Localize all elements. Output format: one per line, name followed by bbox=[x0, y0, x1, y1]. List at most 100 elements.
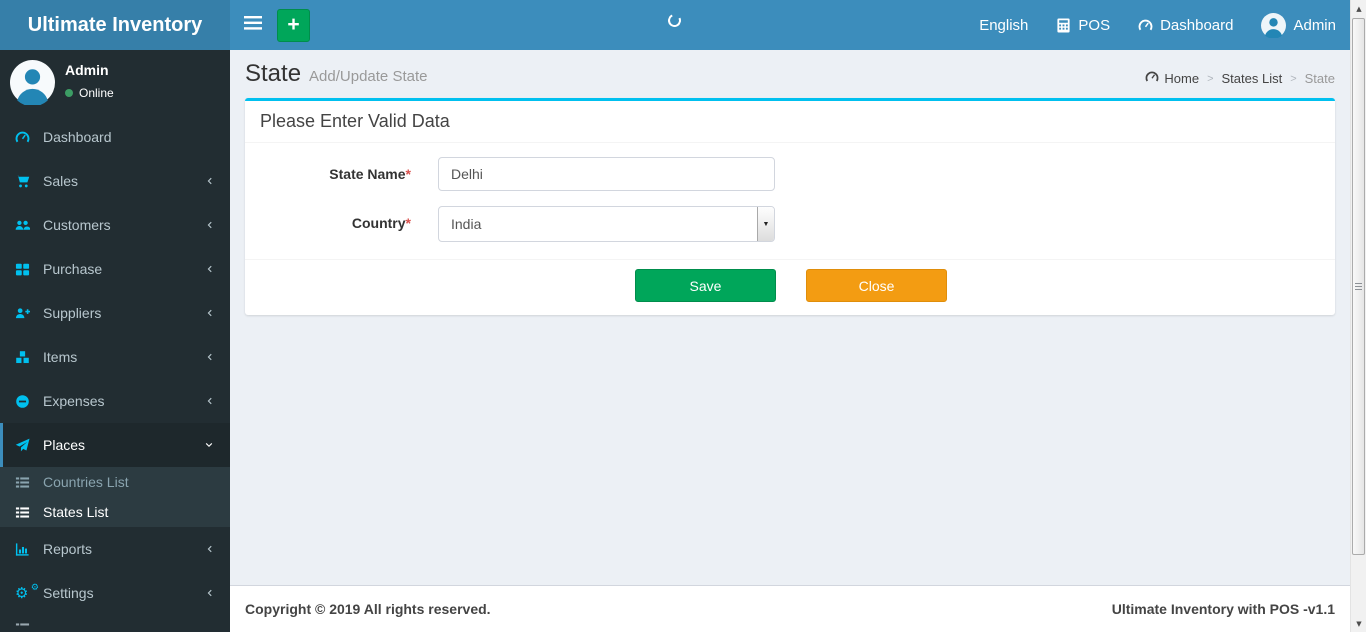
sidebar-user-status[interactable]: Online bbox=[65, 86, 114, 100]
chevron-left-icon bbox=[205, 307, 215, 319]
sidebar: Admin Online Dashboard Sales Customers P… bbox=[0, 50, 230, 632]
close-button[interactable]: Close bbox=[806, 269, 947, 302]
sidebar-item-label: Expenses bbox=[43, 393, 105, 409]
home-dashboard-icon bbox=[1145, 70, 1159, 87]
loading-spinner-icon bbox=[666, 12, 683, 29]
sidebar-user-panel: Admin Online bbox=[0, 50, 230, 115]
country-select[interactable]: India ▼ bbox=[438, 206, 775, 242]
pos-link[interactable]: POS bbox=[1042, 0, 1124, 50]
grid-icon bbox=[15, 262, 37, 277]
calculator-icon bbox=[1056, 17, 1071, 33]
pos-label: POS bbox=[1078, 16, 1111, 34]
copyright-text: Copyright © 2019 All rights reserved. bbox=[245, 601, 491, 617]
submenu-item-label: Countries List bbox=[43, 474, 129, 490]
app-window: Ultimate Inventory + English POS Dashboa… bbox=[0, 0, 1366, 632]
page-footer: Copyright © 2019 All rights reserved. Ul… bbox=[230, 585, 1350, 632]
chevron-left-icon bbox=[205, 587, 215, 599]
state-form-card: Please Enter Valid Data State Name* Coun… bbox=[245, 98, 1335, 315]
state-name-label-text: State Name bbox=[329, 166, 406, 182]
list-icon bbox=[15, 505, 37, 520]
sidebar-item-label: Sales bbox=[43, 173, 79, 189]
user-menu[interactable]: Admin bbox=[1247, 0, 1350, 50]
triangle-up-icon: ▲ bbox=[1356, 4, 1362, 13]
page-title: State bbox=[245, 60, 302, 87]
gears-icon: ⚙ ⚙ bbox=[15, 583, 39, 602]
sidebar-item-settings[interactable]: ⚙ ⚙ Settings bbox=[0, 571, 230, 615]
chevron-left-icon bbox=[205, 263, 215, 275]
sidebar-avatar-icon bbox=[10, 60, 55, 107]
sidebar-item-label: Suppliers bbox=[43, 305, 102, 321]
breadcrumb-states-list[interactable]: States List bbox=[1222, 71, 1283, 86]
sidebar-item-sales[interactable]: Sales bbox=[0, 159, 230, 203]
breadcrumb: Home > States List > State bbox=[1145, 70, 1335, 87]
dashboard-icon bbox=[1138, 18, 1153, 33]
sidebar-toggle-button[interactable] bbox=[230, 0, 275, 50]
sidebar-item-purchase[interactable]: Purchase bbox=[0, 247, 230, 291]
chevron-left-icon bbox=[205, 543, 215, 555]
sidebar-item-countries-list[interactable]: Countries List bbox=[0, 467, 230, 497]
bar-chart-icon bbox=[15, 542, 37, 557]
caret-down-icon: ▼ bbox=[762, 220, 770, 228]
language-menu[interactable]: English bbox=[965, 0, 1042, 50]
dashboard-label: Dashboard bbox=[1160, 16, 1234, 34]
sidebar-item-suppliers[interactable]: Suppliers bbox=[0, 291, 230, 335]
required-asterisk: * bbox=[405, 166, 411, 182]
sidebar-item-states-list[interactable]: States List bbox=[0, 497, 230, 527]
required-asterisk: * bbox=[405, 215, 411, 231]
online-status-icon bbox=[65, 89, 73, 97]
user-plus-icon bbox=[15, 306, 37, 321]
dashboard-icon bbox=[15, 130, 37, 145]
sidebar-item-items[interactable]: Items bbox=[0, 335, 230, 379]
vertical-scrollbar[interactable]: ▲ ▼ bbox=[1350, 0, 1366, 632]
state-name-row: State Name* bbox=[260, 157, 1320, 191]
state-name-input[interactable] bbox=[438, 157, 775, 191]
users-icon bbox=[15, 218, 37, 233]
breadcrumb-separator: > bbox=[1290, 72, 1297, 85]
card-body: State Name* Country* India ▼ bbox=[245, 143, 1335, 259]
sidebar-item-label: Items bbox=[43, 349, 78, 365]
list-icon bbox=[15, 621, 30, 632]
save-button[interactable]: Save bbox=[635, 269, 776, 302]
chevron-left-icon bbox=[205, 219, 215, 231]
sidebar-item-dashboard[interactable]: Dashboard bbox=[0, 115, 230, 159]
state-name-label: State Name* bbox=[260, 157, 438, 191]
scroll-down-button[interactable]: ▼ bbox=[1351, 615, 1366, 632]
app-logo[interactable]: Ultimate Inventory bbox=[0, 0, 230, 50]
card-heading: Please Enter Valid Data bbox=[245, 101, 1335, 143]
sidebar-item-expenses[interactable]: Expenses bbox=[0, 379, 230, 423]
main-content: State Add/Update State Home > States List… bbox=[230, 50, 1350, 632]
hamburger-icon bbox=[243, 15, 262, 35]
breadcrumb-parent-label: States List bbox=[1221, 71, 1283, 86]
sidebar-item-customers[interactable]: Customers bbox=[0, 203, 230, 247]
list-icon bbox=[15, 475, 37, 490]
chevron-left-icon bbox=[205, 351, 215, 363]
scrollbar-thumb[interactable] bbox=[1352, 18, 1365, 555]
sidebar-item-label: Reports bbox=[43, 541, 93, 557]
sidebar-item-label: Places bbox=[43, 437, 86, 453]
card-footer: Save Close bbox=[245, 259, 1335, 315]
version-text: Ultimate Inventory with POS -v1.1 bbox=[1111, 601, 1335, 617]
breadcrumb-current: State bbox=[1304, 71, 1335, 86]
dashboard-link[interactable]: Dashboard bbox=[1124, 0, 1247, 50]
sidebar-item-reports[interactable]: Reports bbox=[0, 527, 230, 571]
user-label: Admin bbox=[1293, 16, 1336, 34]
sidebar-item-places[interactable]: Places bbox=[0, 423, 230, 467]
page-subtitle: Add/Update State bbox=[309, 68, 428, 85]
sidebar-item-label: Purchase bbox=[43, 261, 103, 277]
top-navbar: Ultimate Inventory + English POS Dashboa… bbox=[0, 0, 1350, 50]
breadcrumb-home-label: Home bbox=[1164, 71, 1200, 86]
sidebar-item-label: Settings bbox=[43, 585, 94, 601]
quick-add-button[interactable]: + bbox=[277, 8, 310, 42]
online-status-label: Online bbox=[79, 86, 114, 100]
chevron-down-icon bbox=[203, 440, 215, 450]
plus-icon: + bbox=[287, 12, 300, 36]
scroll-up-button[interactable]: ▲ bbox=[1351, 0, 1366, 17]
sidebar-user-name: Admin bbox=[65, 62, 109, 78]
breadcrumb-home[interactable]: Home bbox=[1145, 70, 1199, 87]
breadcrumb-separator: > bbox=[1207, 72, 1214, 85]
select-dropdown-button[interactable]: ▼ bbox=[757, 207, 774, 241]
content-header: State Add/Update State Home > States List… bbox=[230, 50, 1350, 94]
chevron-left-icon bbox=[205, 175, 215, 187]
sidebar-item-partial[interactable] bbox=[0, 615, 230, 632]
